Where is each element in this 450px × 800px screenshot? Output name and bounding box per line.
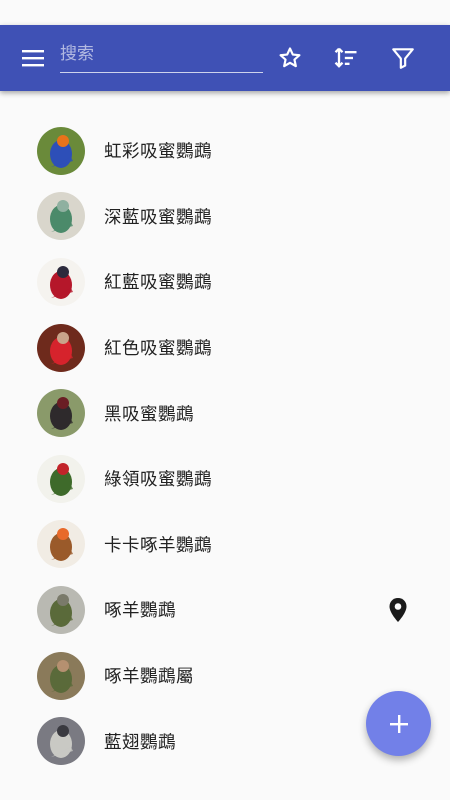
sort-icon[interactable] — [332, 44, 360, 72]
list-item[interactable]: 深藍吸蜜鸚鵡 — [0, 184, 450, 250]
bird-avatar — [37, 454, 85, 503]
list-item[interactable]: 紅藍吸蜜鸚鵡 — [0, 249, 450, 315]
app-toolbar — [0, 25, 450, 91]
bird-avatar — [37, 192, 85, 241]
list-item[interactable]: 啄羊鸚鵡 — [0, 577, 450, 643]
bird-avatar — [37, 520, 85, 569]
bird-avatar — [37, 651, 85, 700]
list-item[interactable]: 卡卡啄羊鸚鵡 — [0, 512, 450, 578]
species-name: 啄羊鸚鵡屬 — [104, 667, 194, 688]
bird-avatar — [37, 717, 85, 766]
list-item[interactable]: 虹彩吸蜜鸚鵡 — [0, 118, 450, 184]
search-field — [60, 37, 263, 73]
species-name: 藍翅鸚鵡 — [104, 732, 176, 753]
species-name: 紅色吸蜜鸚鵡 — [104, 339, 212, 360]
add-button[interactable] — [366, 691, 431, 756]
add-icon — [389, 714, 408, 733]
menu-icon[interactable] — [20, 45, 46, 71]
species-name: 卡卡啄羊鸚鵡 — [104, 535, 212, 556]
bird-avatar — [37, 257, 85, 306]
list-item[interactable]: 黑吸蜜鸚鵡 — [0, 380, 450, 446]
bird-avatar — [37, 323, 85, 372]
species-name: 深藍吸蜜鸚鵡 — [104, 207, 212, 228]
bird-avatar — [37, 585, 85, 634]
species-list: 虹彩吸蜜鸚鵡 深藍吸蜜鸚鵡 紅藍吸蜜鸚鵡 紅色吸蜜鸚鵡 黑吸蜜鸚鵡綠領吸蜜鸚鵡 卡卡啄羊鸚… — [0, 118, 450, 774]
search-input[interactable] — [60, 37, 263, 71]
species-name: 紅藍吸蜜鸚鵡 — [104, 273, 212, 294]
species-name: 黑吸蜜鸚鵡 — [104, 404, 194, 425]
bird-avatar — [37, 389, 85, 438]
bird-avatar — [37, 126, 85, 175]
list-item[interactable]: 紅色吸蜜鸚鵡 — [0, 315, 450, 381]
species-name: 啄羊鸚鵡 — [104, 601, 176, 622]
star-outline-icon[interactable] — [276, 44, 304, 72]
filter-icon[interactable] — [389, 44, 417, 72]
species-name: 虹彩吸蜜鸚鵡 — [104, 142, 212, 163]
species-name: 綠領吸蜜鸚鵡 — [104, 470, 212, 491]
status-bar — [0, 0, 450, 25]
list-item[interactable]: 綠領吸蜜鸚鵡 — [0, 446, 450, 512]
location-pin-icon[interactable] — [388, 597, 408, 623]
